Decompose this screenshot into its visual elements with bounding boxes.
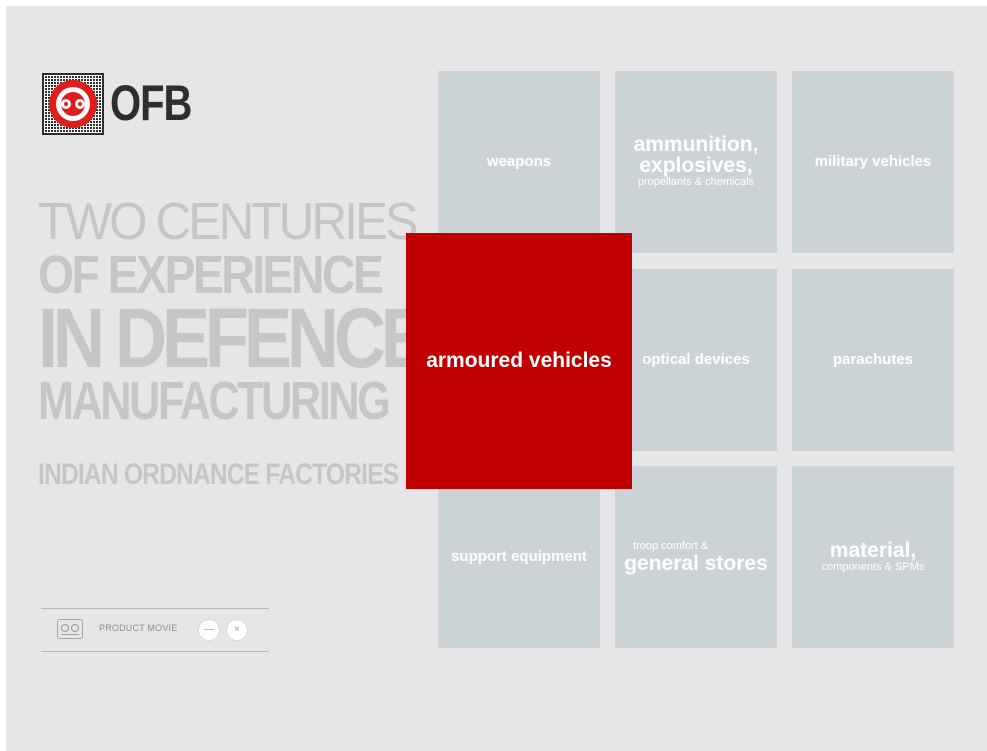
tile-ammunition[interactable]: ammunition, explosives, propellants & ch…	[615, 71, 777, 253]
tile-support-equipment-label: support equipment	[451, 548, 587, 566]
close-button[interactable]: ×	[227, 620, 247, 640]
film-reel-icon[interactable]	[57, 619, 83, 639]
tile-general-stores[interactable]: troop comfort & general stores	[615, 466, 777, 648]
tile-armoured-vehicles[interactable]: armoured vehicles	[406, 233, 632, 489]
headline-subtitle: INDIAN ORDNANCE FACTORIES	[38, 458, 399, 491]
tile-optical-devices-label: optical devices	[642, 351, 750, 369]
tile-material[interactable]: material, components & SPMs	[792, 466, 954, 648]
tile-weapons-label: weapons	[486, 153, 552, 171]
tile-parachutes[interactable]: parachutes	[792, 269, 954, 451]
headline-line-4: MANUFACTURING	[38, 371, 391, 431]
logo[interactable]: OFB	[42, 70, 192, 138]
product-movie-bar: PRODUCT MOVIE — ×	[41, 608, 269, 652]
headline-line-1: TWO CENTURIES	[38, 193, 418, 251]
tile-parachutes-label: parachutes	[832, 351, 914, 369]
tile-material-subtitle: components & SPMs	[821, 560, 925, 573]
tile-military-vehicles[interactable]: military vehicles	[792, 71, 954, 253]
tile-support-equipment[interactable]: support equipment	[438, 466, 600, 648]
minimize-button[interactable]: —	[199, 620, 219, 640]
logo-text: OFB	[110, 75, 192, 131]
tile-military-vehicles-label: military vehicles	[814, 153, 932, 171]
page-stage: OFB TWO CENTURIES OF EXPERIENCE IN DEFEN…	[6, 6, 987, 751]
product-movie-label[interactable]: PRODUCT MOVIE	[99, 623, 177, 633]
tile-armoured-vehicles-label: armoured vehicles	[426, 349, 612, 372]
tile-ammunition-title: ammunition, explosives,	[633, 133, 759, 178]
headline-line-3: IN DEFENCE	[38, 291, 429, 385]
ofb-target-emblem-icon	[42, 73, 104, 135]
tile-optical-devices[interactable]: optical devices	[615, 269, 777, 451]
tile-ammunition-subtitle: propellants & chemicals	[637, 176, 755, 189]
tile-material-title: material,	[829, 538, 917, 562]
tile-weapons[interactable]: weapons	[438, 71, 600, 253]
tile-general-stores-title: general stores	[624, 552, 768, 576]
